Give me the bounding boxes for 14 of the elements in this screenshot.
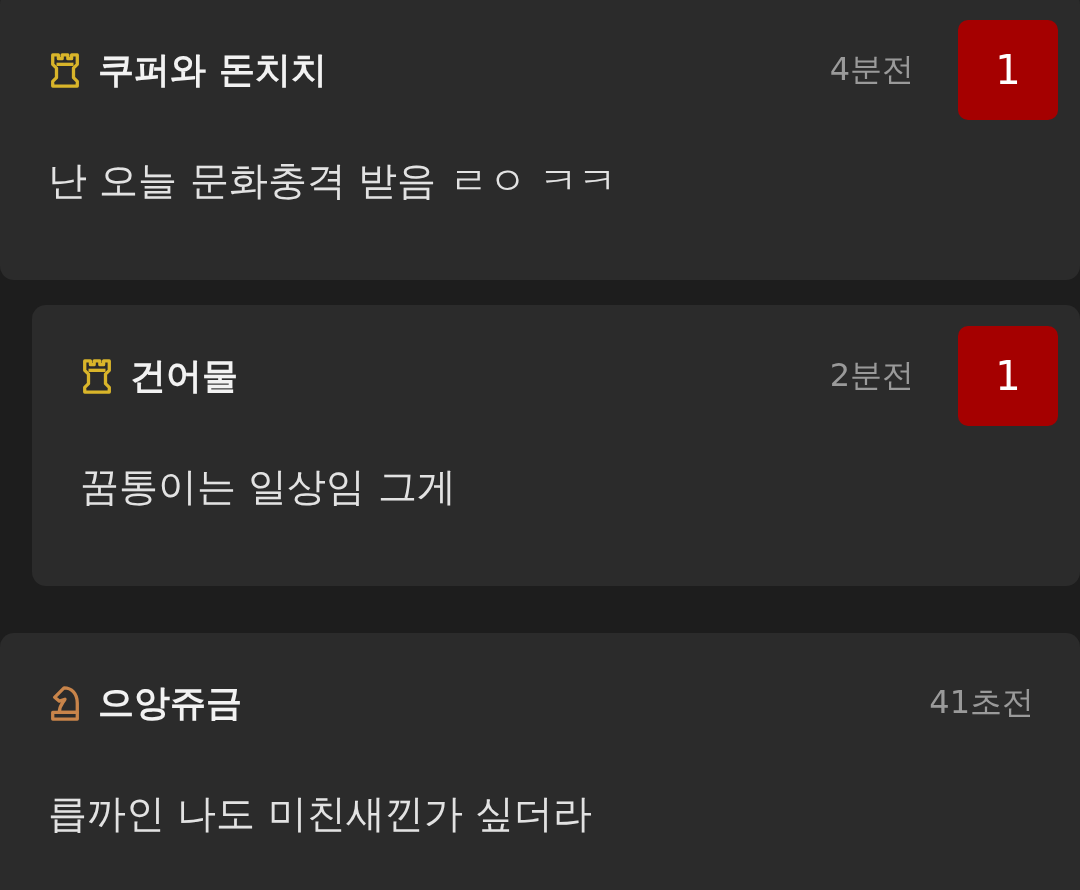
comment-text: 꿈통이는 일상임 그게 (80, 463, 457, 511)
count-badge: 1 (958, 326, 1058, 426)
user-name: 쿠퍼와 돈치치 (98, 47, 327, 92)
timestamp: 41초전 (929, 682, 1034, 723)
comment-text: 난 오늘 문화충격 받음 ㄹㅇ ㅋㅋ (48, 157, 618, 205)
rook-icon (80, 357, 114, 395)
comment-text: 릅까인 나도 미친새낀가 싶더라 (48, 790, 594, 838)
rook-icon (48, 51, 82, 89)
timestamp: 2분전 (829, 355, 914, 396)
user-name: 건어물 (130, 353, 238, 398)
user-name: 으앙쥬금 (98, 680, 242, 725)
timestamp: 4분전 (829, 49, 914, 90)
count-badge: 1 (958, 20, 1058, 120)
knight-icon (48, 684, 82, 722)
